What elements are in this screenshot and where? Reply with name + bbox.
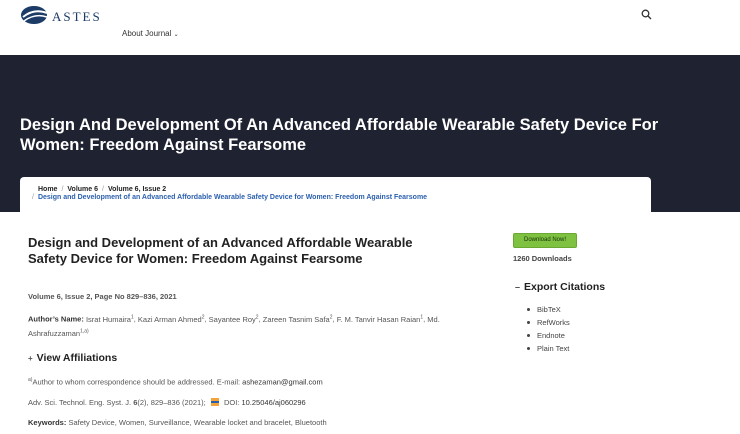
- author-names: Israt Humaira1, Kazi Arman Ahmed2, Sayan…: [28, 314, 440, 338]
- astes-logo-icon: [21, 6, 48, 24]
- citation-journal: Adv. Sci. Technol. Eng. Syst. J.: [28, 398, 134, 407]
- breadcrumb-line-1: Home / Volume 6/Volume 6, Issue 2: [38, 186, 166, 193]
- chevron-down-icon: ⌄: [173, 32, 179, 38]
- author-name: Israt Humaira1: [85, 314, 134, 324]
- export-plain-text[interactable]: Plain Text: [527, 342, 570, 355]
- breadcrumb: Home / Volume 6/Volume 6, Issue 2 /Design …: [20, 177, 651, 212]
- site-header: ASTES About Journal ⌄: [0, 0, 740, 55]
- citation-rest: (2), 829–836 (2021);: [137, 398, 206, 407]
- authors-label: Author’s Name:: [28, 314, 84, 324]
- export-citations-list: BibTeX RefWorks Endnote Plain Text: [527, 303, 570, 355]
- view-affiliations-label: View Affiliations: [36, 352, 118, 364]
- author-affiliation-sup: 2: [201, 314, 205, 320]
- view-affiliations-toggle[interactable]: + View Affiliations: [28, 352, 117, 364]
- author-affiliation-sup: 2: [329, 314, 333, 320]
- author-list: Author’s Name: Israt Humaira1, Kazi Arma…: [28, 311, 468, 340]
- breadcrumb-separator: /: [61, 186, 64, 193]
- breadcrumb-current[interactable]: Design and Development of an Advanced Af…: [38, 194, 427, 201]
- nav-about-journal[interactable]: About Journal ⌄: [122, 29, 179, 38]
- author-affiliation-sup: 1,a): [80, 328, 89, 335]
- breadcrumb-line-2: / Design and Development of an Advanced A…: [32, 194, 427, 201]
- breadcrumb-issue[interactable]: Volume 6, Issue 2: [108, 186, 166, 193]
- breadcrumb-separator: /: [102, 186, 104, 193]
- hero-title: Design And Development Of An Advanced Af…: [20, 116, 659, 154]
- correspondence-text: Author to whom correspondence should be …: [32, 377, 243, 387]
- volume-info: Volume 6, Issue 2, Page No 829–836, 2021: [28, 292, 177, 301]
- export-endnote[interactable]: Endnote: [527, 329, 570, 342]
- breadcrumb-home[interactable]: Home: [38, 186, 57, 193]
- citation-line: Adv. Sci. Technol. Eng. Syst. J. 6(2), 8…: [28, 398, 306, 407]
- author-name: Sayantee Roy2: [206, 314, 259, 324]
- export-citations-title: Export Citations: [524, 281, 606, 293]
- article-title: Design and Development of an Advanced Af…: [28, 235, 413, 266]
- author-affiliation-sup: 2: [255, 314, 259, 320]
- export-refworks[interactable]: RefWorks: [527, 316, 570, 329]
- author-affiliation-sup: 1: [130, 314, 134, 320]
- nav-about-label: About Journal: [122, 29, 172, 38]
- keywords: Keywords: Safety Device, Women, Surveill…: [28, 418, 327, 427]
- author-name: Kazi Arman Ahmed2: [135, 314, 205, 324]
- keywords-label: Keywords:: [28, 418, 67, 427]
- export-bibtex[interactable]: BibTeX: [527, 303, 570, 316]
- search-icon[interactable]: [641, 9, 652, 20]
- export-citations-toggle[interactable]: – Export Citations: [515, 281, 605, 293]
- keywords-list: Safety Device, Women, Surveillance, Wear…: [68, 418, 327, 427]
- doi-label: DOI:: [223, 398, 242, 407]
- correspondence-email[interactable]: ashezaman@gmail.com: [242, 378, 323, 387]
- doi-icon: [210, 398, 219, 406]
- breadcrumb-volume[interactable]: Volume 6: [67, 186, 98, 193]
- author-affiliation-sup: 1: [420, 314, 424, 320]
- author-name: F. M. Tanvir Hasan Raian1: [334, 314, 424, 324]
- logo-text: ASTES: [52, 9, 102, 24]
- download-count: 1260 Downloads: [513, 254, 572, 263]
- plus-icon: +: [28, 354, 33, 363]
- correspondence-note: a)Author to whom correspondence should b…: [28, 377, 323, 387]
- minus-icon: –: [515, 282, 521, 292]
- site-logo[interactable]: ASTES: [20, 4, 100, 26]
- doi-link[interactable]: 10.25046/aj060296: [241, 398, 305, 407]
- breadcrumb-separator: /: [32, 194, 34, 201]
- download-button[interactable]: Download Now!: [513, 233, 577, 248]
- author-name: Zareen Tasnim Safa2: [260, 314, 333, 324]
